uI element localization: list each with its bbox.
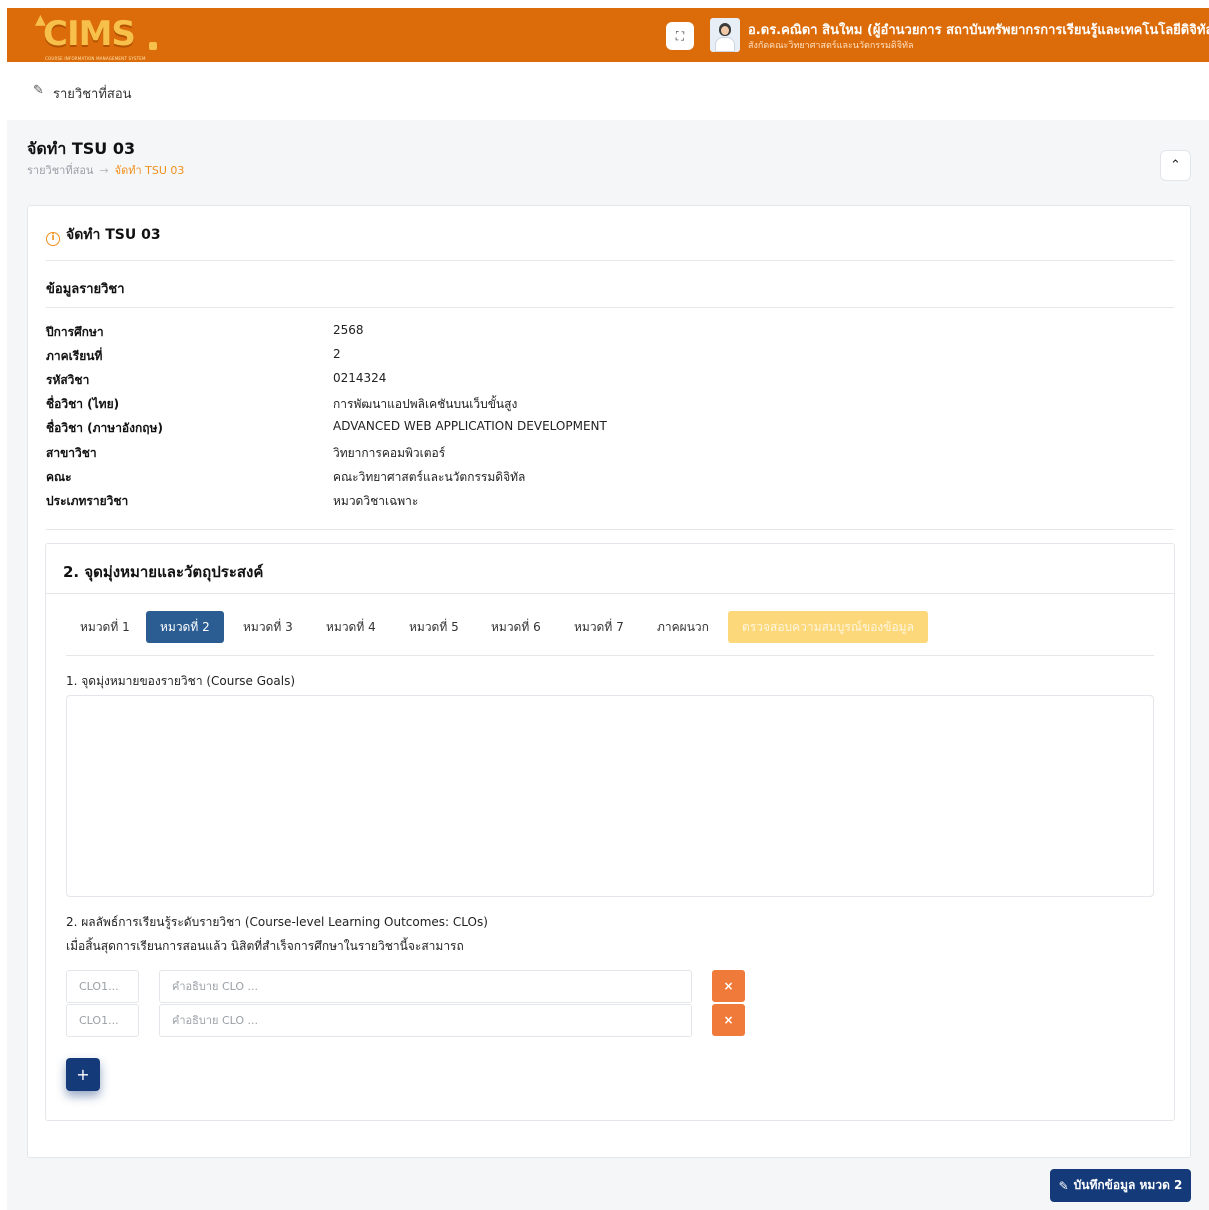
info-icon: i <box>46 232 60 246</box>
save-button[interactable]: ✎ บันทึกข้อมูล หมวด 2 <box>1050 1169 1191 1202</box>
section-title: ข้อมูลรายวิชา <box>46 282 125 297</box>
tab-appendix[interactable]: ภาคผนวก <box>643 611 723 643</box>
info-label: ประเภทรายวิชา <box>46 494 129 508</box>
clo-description-input[interactable] <box>159 970 692 1003</box>
divider <box>46 529 1174 530</box>
tsu-card: i จัดทำ TSU 03 ข้อมูลรายวิชา ปีการศึกษา 2… <box>27 205 1191 1158</box>
add-clo-button[interactable]: + <box>66 1058 100 1091</box>
logo-subtitle: COURSE INFORMATION MANAGEMENT SYSTEM <box>45 56 146 61</box>
breadcrumb: รายวิชาที่สอน → จัดทำ TSU 03 <box>27 161 184 179</box>
card-title: i จัดทำ TSU 03 <box>46 224 161 246</box>
info-label: ชื่อวิชา (ภาษาอังกฤษ) <box>46 421 163 435</box>
save-button-label: บันทึกข้อมูล หมวด 2 <box>1073 1178 1183 1192</box>
clo-description-input[interactable] <box>159 1004 692 1037</box>
chevron-down-icon[interactable]: ⌄ <box>1179 21 1189 35</box>
arrow-right-icon: → <box>99 164 109 177</box>
info-value: การพัฒนาแอปพลิเคชันบนเว็บขั้นสูง <box>333 397 518 411</box>
logo[interactable]: ▲ CIMS COURSE INFORMATION MANAGEMENT SYS… <box>35 12 175 61</box>
edit-icon: ✎ <box>33 83 44 98</box>
section-2-title: 2. จุดมุ่งหมายและวัตถุประสงค์ <box>63 563 264 581</box>
info-label: ภาคเรียนที่ <box>46 349 103 363</box>
clo-code-input[interactable] <box>66 1004 139 1037</box>
delete-clo-button[interactable]: × <box>712 970 745 1002</box>
clo-code-input[interactable] <box>66 970 139 1003</box>
fullscreen-button[interactable]: ⛶ <box>666 22 694 50</box>
info-value: ADVANCED WEB APPLICATION DEVELOPMENT <box>333 419 607 433</box>
clo-sublabel: เมื่อสิ้นสุดการเรียนการสอนแล้ว นิสิตที่ส… <box>66 939 464 953</box>
breadcrumb-item[interactable]: รายวิชาที่สอน <box>27 164 93 177</box>
info-value: หมวดวิชาเฉพาะ <box>333 494 419 508</box>
clo-label: 2. ผลลัพธ์การเรียนรู้ระดับรายวิชา (Cours… <box>66 915 488 929</box>
tab-section-1[interactable]: หมวดที่ 1 <box>66 611 144 643</box>
delete-clo-button[interactable]: × <box>712 1004 745 1036</box>
edit-icon: ✎ <box>1058 1178 1069 1193</box>
divider <box>46 307 1174 308</box>
info-value: 2 <box>333 347 341 361</box>
nav-strip: ✎ รายวิชาที่สอน <box>7 62 1209 120</box>
tab-section-5[interactable]: หมวดที่ 5 <box>395 611 473 643</box>
tab-section-2[interactable]: หมวดที่ 2 <box>146 611 224 643</box>
info-label: รหัสวิชา <box>46 373 90 387</box>
info-value: คณะวิทยาศาสตร์และนวัตกรรมดิจิทัล <box>333 470 526 484</box>
close-icon: × <box>723 1013 734 1027</box>
tab-check-completeness[interactable]: ตรวจสอบความสมบูรณ์ของข้อมูล <box>728 611 928 643</box>
info-label: สาขาวิชา <box>46 446 97 460</box>
info-label: ชื่อวิชา (ไทย) <box>46 397 120 411</box>
logo-dot <box>149 42 157 50</box>
user-org: สังกัดคณะวิทยาศาสตร์และนวัตกรรมดิจิทัล <box>748 41 914 51</box>
tab-section-7[interactable]: หมวดที่ 7 <box>560 611 638 643</box>
collapse-button[interactable]: ⌃ <box>1160 150 1191 181</box>
tab-section-4[interactable]: หมวดที่ 4 <box>312 611 390 643</box>
section-2-card: 2. จุดมุ่งหมายและวัตถุประสงค์ หมวดที่ 1 … <box>45 543 1175 1121</box>
divider <box>46 260 1174 261</box>
info-value: 2568 <box>333 323 364 337</box>
divider <box>46 593 1174 594</box>
card-title-text: จัดทำ TSU 03 <box>66 227 161 243</box>
app-frame: ▲ CIMS COURSE INFORMATION MANAGEMENT SYS… <box>7 8 1209 1210</box>
info-value: วิทยาการคอมพิวเตอร์ <box>333 446 446 460</box>
top-bar: ▲ CIMS COURSE INFORMATION MANAGEMENT SYS… <box>7 8 1209 62</box>
main-panel: จัดทำ TSU 03 รายวิชาที่สอน → จัดทำ TSU 03 … <box>7 127 1209 1210</box>
course-goals-textarea[interactable] <box>66 695 1154 897</box>
chevron-up-icon: ⌃ <box>1170 158 1181 173</box>
tab-section-6[interactable]: หมวดที่ 6 <box>477 611 555 643</box>
course-goals-label: 1. จุดมุ่งหมายของรายวิชา (Course Goals) <box>66 674 296 688</box>
plus-icon: + <box>76 1065 90 1084</box>
nav-item-teaching-courses[interactable]: รายวิชาที่สอน <box>53 83 132 104</box>
info-label: คณะ <box>46 470 72 484</box>
logo-text: CIMS <box>43 14 136 54</box>
divider <box>66 655 1154 656</box>
fullscreen-icon: ⛶ <box>675 28 685 43</box>
info-label: ปีการศึกษา <box>46 325 104 339</box>
breadcrumb-current: จัดทำ TSU 03 <box>114 164 185 177</box>
tab-section-3[interactable]: หมวดที่ 3 <box>229 611 307 643</box>
info-value: 0214324 <box>333 371 387 385</box>
user-name[interactable]: อ.ดร.คณิดา สินใหม (ผู้อำนวยการ สถาบันทรั… <box>748 19 1209 40</box>
page-title: จัดทำ TSU 03 <box>27 139 136 158</box>
avatar[interactable] <box>710 18 740 52</box>
close-icon: × <box>723 979 734 993</box>
